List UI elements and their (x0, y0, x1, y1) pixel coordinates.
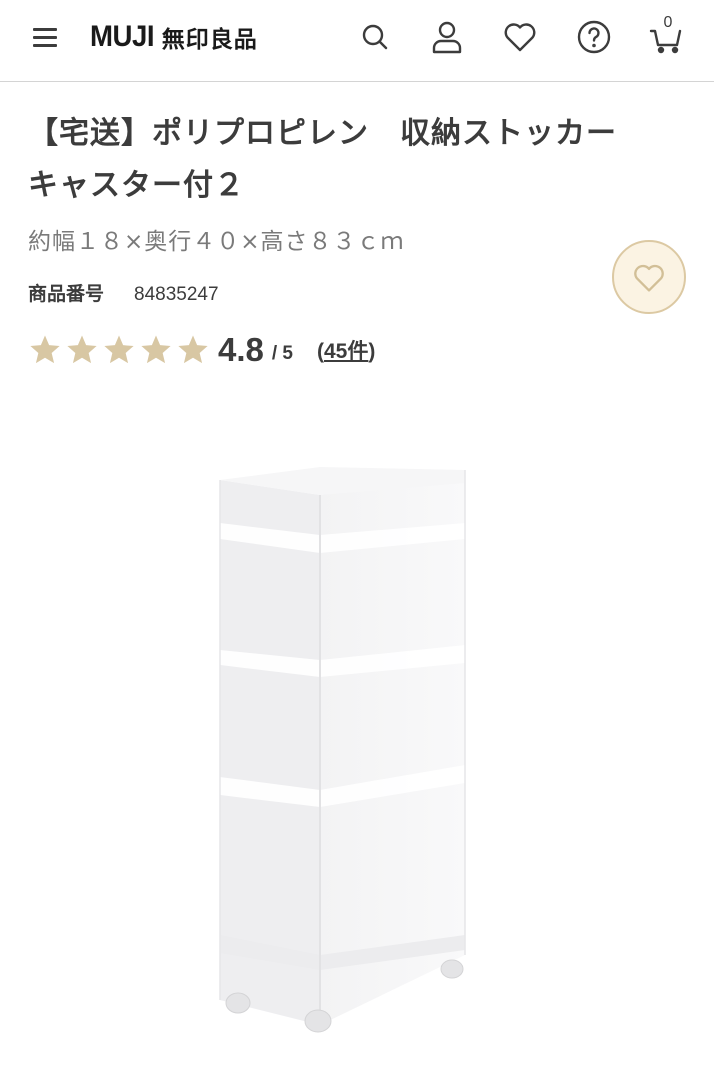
product-size: 約幅１８×奥行４０×高さ８３ｃｍ (28, 229, 405, 255)
product-image (219, 467, 466, 1033)
top-header: MUJI 無印良品 0 (0, 0, 714, 82)
review-count-link[interactable]: (45件) (317, 335, 375, 365)
logo-japanese: 無印良品 (161, 27, 258, 53)
heart-icon (634, 264, 664, 292)
product-title: 【宅送】ポリプロピレン 収納ストッカー キャスター付２ (28, 108, 668, 212)
rating-summary: 4.8 / 5 (45件) (28, 326, 375, 374)
product-number: 商品番号 84835247 (28, 279, 219, 306)
star-icon (67, 335, 97, 364)
review-paren-close: ) (368, 340, 376, 363)
product-title-line2: キャスター付２ (28, 168, 245, 203)
review-count: 45件 (324, 340, 369, 363)
search-icon[interactable] (352, 14, 398, 60)
product-number-label: 商品番号 (28, 283, 105, 305)
heart-icon[interactable] (497, 14, 543, 60)
star-icon (178, 335, 208, 364)
muji-logo[interactable]: MUJI 無印良品 (90, 17, 258, 57)
rating-value: 4.8 (218, 331, 264, 368)
rating-stars (28, 333, 210, 367)
add-favorite-button[interactable] (612, 240, 686, 314)
star-icon (141, 335, 171, 364)
product-number-value: 84835247 (134, 284, 219, 305)
user-icon[interactable] (424, 14, 470, 60)
cart-count-badge: 0 (663, 14, 673, 31)
star-icon (30, 335, 60, 364)
help-circle-icon[interactable] (571, 14, 617, 60)
star-icon (104, 335, 134, 364)
product-title-line1: 【宅送】ポリプロピレン 収納ストッカー (28, 116, 617, 151)
cart-icon[interactable]: 0 (644, 14, 690, 60)
rating-max: / 5 (271, 343, 293, 364)
review-paren-open: ( (317, 340, 324, 363)
logo-wordmark: MUJI (90, 20, 155, 53)
hamburger-menu-icon[interactable] (30, 22, 62, 54)
